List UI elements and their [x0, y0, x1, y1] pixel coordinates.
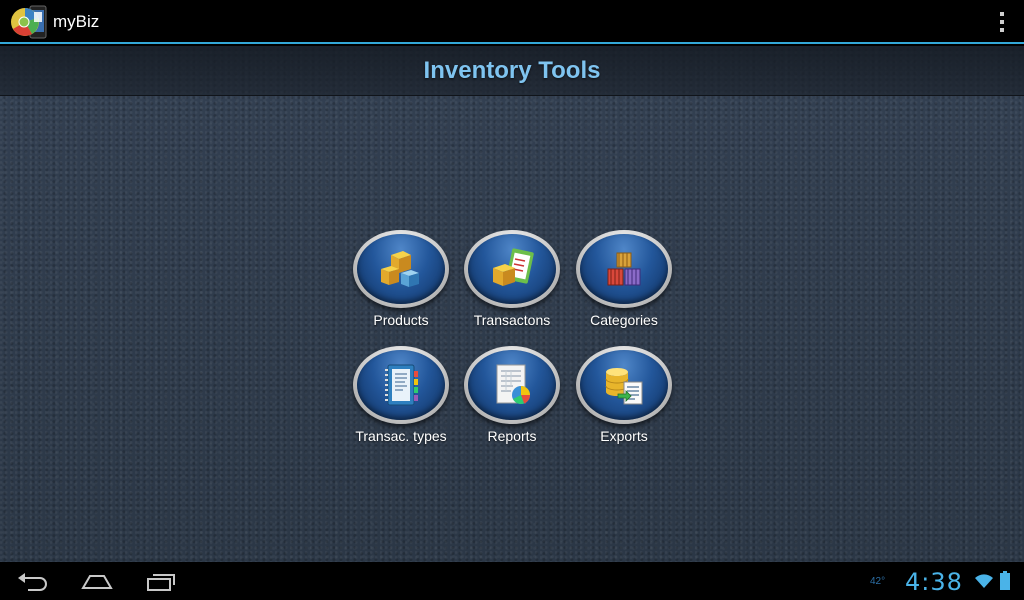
transaction-types-notebook-icon — [385, 364, 418, 406]
tool-products[interactable]: Products — [345, 230, 457, 340]
overflow-dot — [1000, 28, 1004, 32]
tool-label: Categories — [590, 312, 658, 328]
tool-label: Reports — [487, 428, 537, 444]
tool-transactions[interactable]: Transactons — [456, 230, 568, 340]
home-icon[interactable] — [80, 570, 114, 592]
reports-button[interactable] — [464, 346, 560, 424]
overflow-dot — [1000, 12, 1004, 16]
battery-icon — [999, 571, 1011, 590]
action-bar: myBiz — [0, 0, 1024, 44]
tool-categories[interactable]: Categories — [568, 230, 680, 340]
tool-transaction-types[interactable]: Transac. types — [345, 346, 457, 456]
page-title: Inventory Tools — [423, 57, 601, 84]
products-button[interactable] — [353, 230, 449, 308]
exports-button[interactable] — [576, 346, 672, 424]
tool-label: Exports — [600, 428, 648, 444]
transaction-types-button[interactable] — [353, 346, 449, 424]
categories-button[interactable] — [576, 230, 672, 308]
transactions-button[interactable] — [464, 230, 560, 308]
wifi-icon — [974, 573, 994, 589]
back-icon[interactable] — [16, 570, 50, 592]
products-boxes-icon — [381, 251, 419, 287]
reports-chart-icon — [496, 364, 530, 404]
main-content: Inventory Tools Products Transactons Cat… — [0, 46, 1024, 562]
overflow-dot — [1000, 20, 1004, 24]
tool-label: Transactons — [473, 312, 551, 328]
tool-label: Products — [373, 312, 429, 328]
app-title: myBiz — [53, 12, 100, 31]
overflow-menu-icon[interactable] — [998, 12, 1006, 32]
clock[interactable]: 4:38 — [905, 568, 963, 596]
tool-reports[interactable]: Reports — [456, 346, 568, 456]
transactions-clipboard-icon — [493, 248, 534, 286]
exports-database-icon — [605, 368, 643, 405]
temperature-readout: 42° — [870, 576, 886, 587]
recent-apps-icon[interactable] — [144, 570, 178, 592]
mybiz-app-icon[interactable] — [10, 4, 48, 40]
tool-label: Transac. types — [355, 428, 447, 444]
system-nav-bar: 42° 4:38 — [0, 562, 1024, 600]
categories-crates-icon — [607, 252, 641, 286]
tool-exports[interactable]: Exports — [568, 346, 680, 456]
